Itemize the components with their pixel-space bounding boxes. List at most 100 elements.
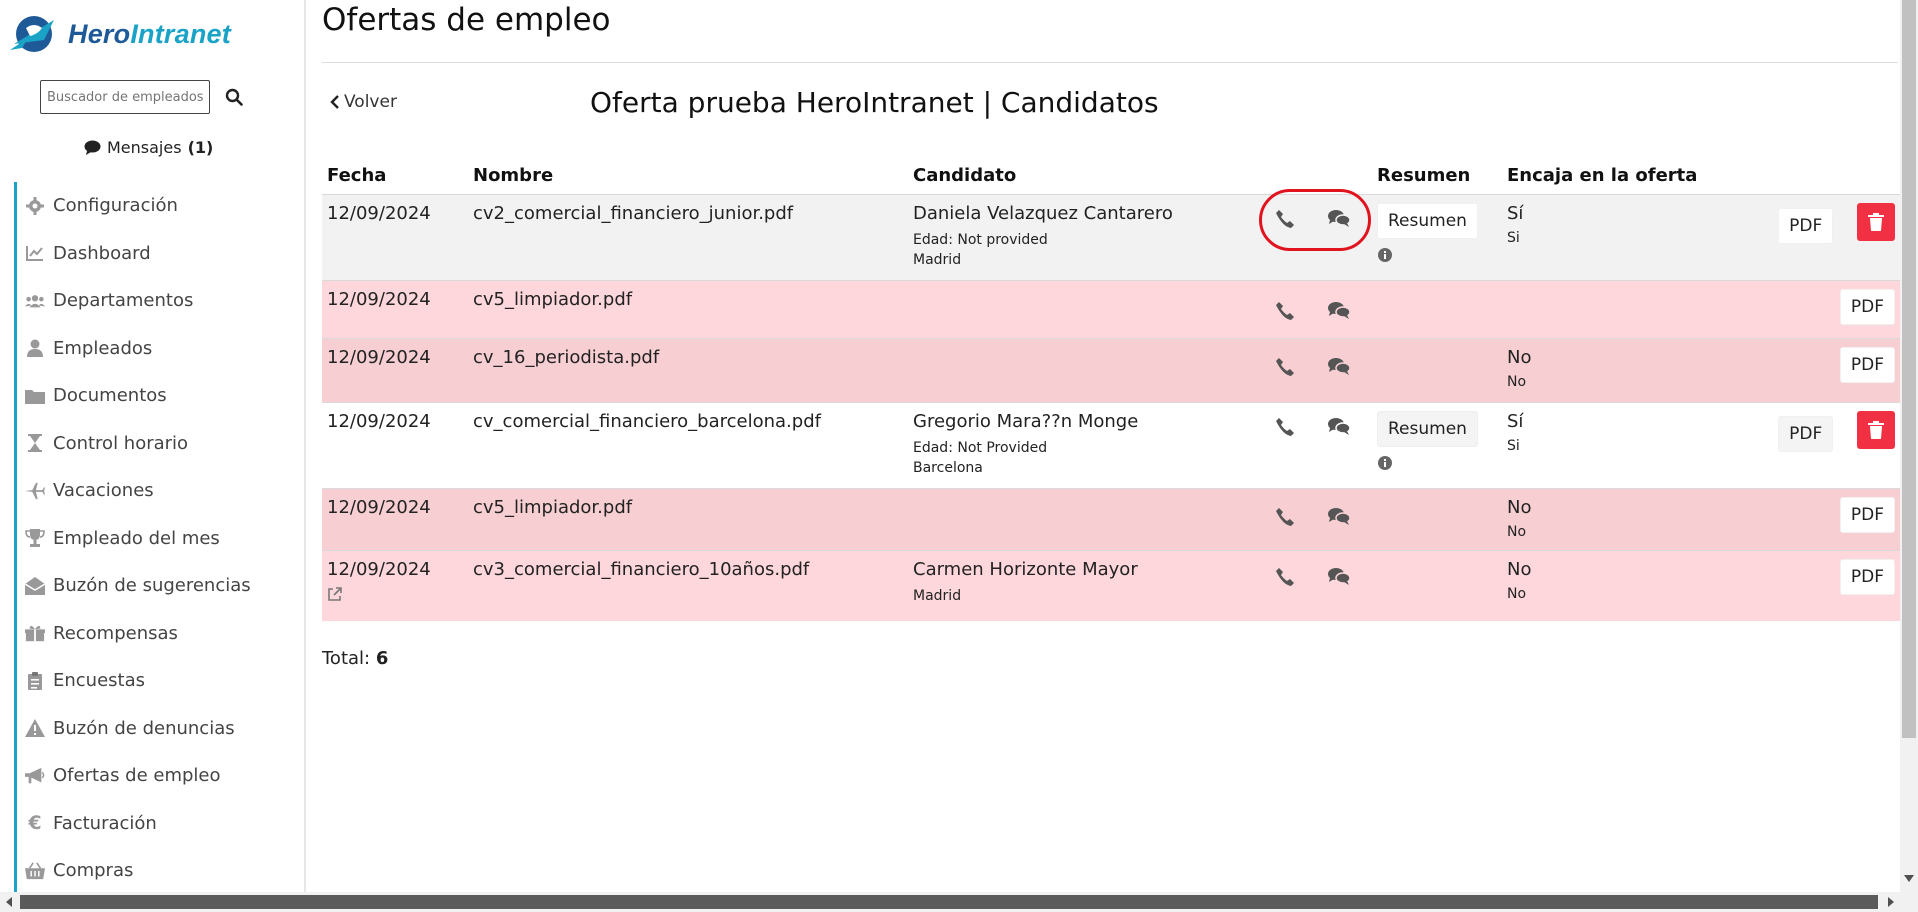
phone-icon[interactable] bbox=[1273, 355, 1297, 379]
phone-icon[interactable] bbox=[1273, 299, 1297, 323]
employee-search bbox=[40, 80, 246, 114]
envelope-open-icon bbox=[25, 576, 45, 596]
pdf-button[interactable]: PDF bbox=[1839, 559, 1895, 595]
sidebar-item-configuracion[interactable]: Configuración bbox=[14, 182, 300, 230]
chat-icon[interactable] bbox=[1327, 207, 1351, 231]
brand-logo[interactable]: HeroIntranet bbox=[8, 10, 231, 58]
phone-icon[interactable] bbox=[1273, 415, 1297, 439]
col-header-nombre: Nombre bbox=[473, 164, 554, 186]
cell-pdf: PDF bbox=[1752, 280, 1900, 339]
sidebar-item-vacaciones[interactable]: Vacaciones bbox=[14, 467, 300, 515]
cell-nombre: cv5_limpiador.pdf bbox=[468, 280, 908, 339]
sidebar-item-encuestas[interactable]: Encuestas bbox=[14, 657, 300, 705]
clipboard-icon bbox=[25, 671, 45, 691]
sidebar-item-facturacion[interactable]: € Facturación bbox=[14, 799, 300, 847]
fit-sub: No bbox=[1507, 524, 1527, 540]
fit-sub: No bbox=[1507, 374, 1527, 390]
chat-icon[interactable] bbox=[1327, 355, 1351, 379]
col-header-encaja: Encaja en la oferta bbox=[1507, 164, 1698, 186]
cell-actions bbox=[1238, 189, 1372, 281]
trash-icon[interactable] bbox=[1857, 203, 1895, 241]
fit-value: Sí bbox=[1507, 203, 1524, 224]
candidate-name: Gregorio Mara??n Monge bbox=[913, 411, 1139, 432]
sidebar-item-buzon-sugerencias[interactable]: Buzón de sugerencias bbox=[14, 562, 300, 610]
candidate-city: Madrid bbox=[913, 252, 962, 268]
cell-actions bbox=[1238, 338, 1372, 403]
pdf-button[interactable]: PDF bbox=[1839, 497, 1895, 533]
cell-fecha: 12/09/2024 bbox=[322, 194, 468, 281]
chat-icon[interactable] bbox=[1327, 415, 1351, 439]
external-link-icon[interactable] bbox=[327, 586, 343, 602]
candidates-table: Fecha Nombre Candidato Resumen Encaja en… bbox=[322, 158, 1900, 621]
cell-pdf: PDF bbox=[1752, 338, 1900, 403]
table-row: 12/09/2024 cv_comercial_financiero_barce… bbox=[322, 402, 1900, 489]
sidebar-item-compras[interactable]: Compras bbox=[14, 847, 300, 895]
sidebar-item-dashboard[interactable]: Dashboard bbox=[14, 229, 300, 277]
cell-resumen: Resumen bbox=[1372, 402, 1502, 489]
chat-icon[interactable] bbox=[1327, 565, 1351, 589]
contact-actions bbox=[1243, 411, 1367, 439]
scroll-left-arrow-icon[interactable] bbox=[6, 897, 12, 907]
sidebar-item-control-horario[interactable]: Control horario bbox=[14, 419, 300, 467]
cell-resumen bbox=[1372, 338, 1502, 403]
messages-link[interactable]: Mensajes (1) bbox=[84, 138, 213, 157]
chevron-left-icon bbox=[330, 95, 339, 109]
hourglass-icon bbox=[25, 433, 45, 453]
phone-icon[interactable] bbox=[1273, 505, 1297, 529]
phone-icon[interactable] bbox=[1273, 207, 1297, 231]
euro-icon: € bbox=[28, 812, 42, 835]
pdf-button[interactable]: PDF bbox=[1839, 289, 1895, 325]
cell-nombre: cv_comercial_financiero_barcelona.pdf bbox=[468, 402, 908, 489]
pdf-button[interactable]: PDF bbox=[1778, 416, 1834, 452]
users-icon bbox=[25, 291, 45, 311]
cell-candidato: Gregorio Mara??n Monge Edad: Not Provide… bbox=[908, 402, 1238, 489]
folder-icon bbox=[25, 386, 45, 406]
col-header-resumen: Resumen bbox=[1377, 164, 1471, 186]
sidebar-item-empleados[interactable]: Empleados bbox=[14, 324, 300, 372]
cell-resumen bbox=[1372, 280, 1502, 339]
scroll-right-arrow-icon[interactable] bbox=[1888, 897, 1894, 907]
contact-actions bbox=[1243, 559, 1367, 589]
back-link[interactable]: Volver bbox=[330, 92, 397, 112]
total-value: 6 bbox=[375, 648, 389, 669]
sidebar-item-buzon-denuncias[interactable]: Buzón de denuncias bbox=[14, 704, 300, 752]
scroll-down-arrow-icon[interactable] bbox=[1904, 875, 1914, 882]
resumen-button[interactable]: Resumen bbox=[1377, 203, 1478, 239]
fit-sub: Si bbox=[1507, 230, 1520, 246]
sidebar-item-documentos[interactable]: Documentos bbox=[14, 372, 300, 420]
brand-name: HeroIntranet bbox=[68, 18, 231, 49]
employee-search-input[interactable] bbox=[40, 80, 210, 114]
chat-icon[interactable] bbox=[1327, 505, 1351, 529]
sidebar-item-departamentos[interactable]: Departamentos bbox=[14, 277, 300, 325]
fit-value: No bbox=[1507, 559, 1532, 580]
cell-resumen bbox=[1372, 488, 1502, 551]
sidebar-item-recompensas[interactable]: Recompensas bbox=[14, 609, 300, 657]
total-count: Total: 6 bbox=[322, 648, 388, 669]
vertical-scroll-thumb[interactable] bbox=[1902, 0, 1916, 738]
contact-actions bbox=[1243, 347, 1367, 379]
chat-icon[interactable] bbox=[1327, 299, 1351, 323]
messages-label: Mensajes bbox=[107, 138, 182, 157]
resumen-button[interactable]: Resumen bbox=[1377, 411, 1478, 447]
info-icon[interactable] bbox=[1377, 455, 1393, 471]
vertical-scrollbar[interactable] bbox=[1900, 0, 1918, 892]
phone-icon[interactable] bbox=[1273, 565, 1297, 589]
cell-pdf: PDF bbox=[1752, 488, 1900, 551]
sidebar-item-ofertas-empleo[interactable]: Ofertas de empleo bbox=[14, 752, 300, 800]
search-icon[interactable] bbox=[222, 85, 246, 109]
cell-fecha: 12/09/2024 bbox=[322, 550, 468, 621]
megaphone-icon bbox=[25, 766, 45, 786]
cell-actions bbox=[1238, 402, 1372, 489]
pdf-button[interactable]: PDF bbox=[1778, 208, 1834, 244]
horizontal-scroll-thumb[interactable] bbox=[20, 895, 1878, 909]
cell-candidato bbox=[908, 280, 1238, 339]
chart-line-icon bbox=[25, 243, 45, 263]
trash-icon[interactable] bbox=[1857, 411, 1895, 449]
candidate-age: Edad: Not provided bbox=[913, 232, 1048, 248]
info-icon[interactable] bbox=[1377, 247, 1393, 263]
table-header-row: Fecha Nombre Candidato Resumen Encaja en… bbox=[322, 158, 1900, 195]
horizontal-scrollbar[interactable] bbox=[0, 892, 1918, 912]
sidebar-item-empleado-del-mes[interactable]: Empleado del mes bbox=[14, 514, 300, 562]
cell-fecha: 12/09/2024 bbox=[322, 488, 468, 551]
pdf-button[interactable]: PDF bbox=[1839, 347, 1895, 383]
